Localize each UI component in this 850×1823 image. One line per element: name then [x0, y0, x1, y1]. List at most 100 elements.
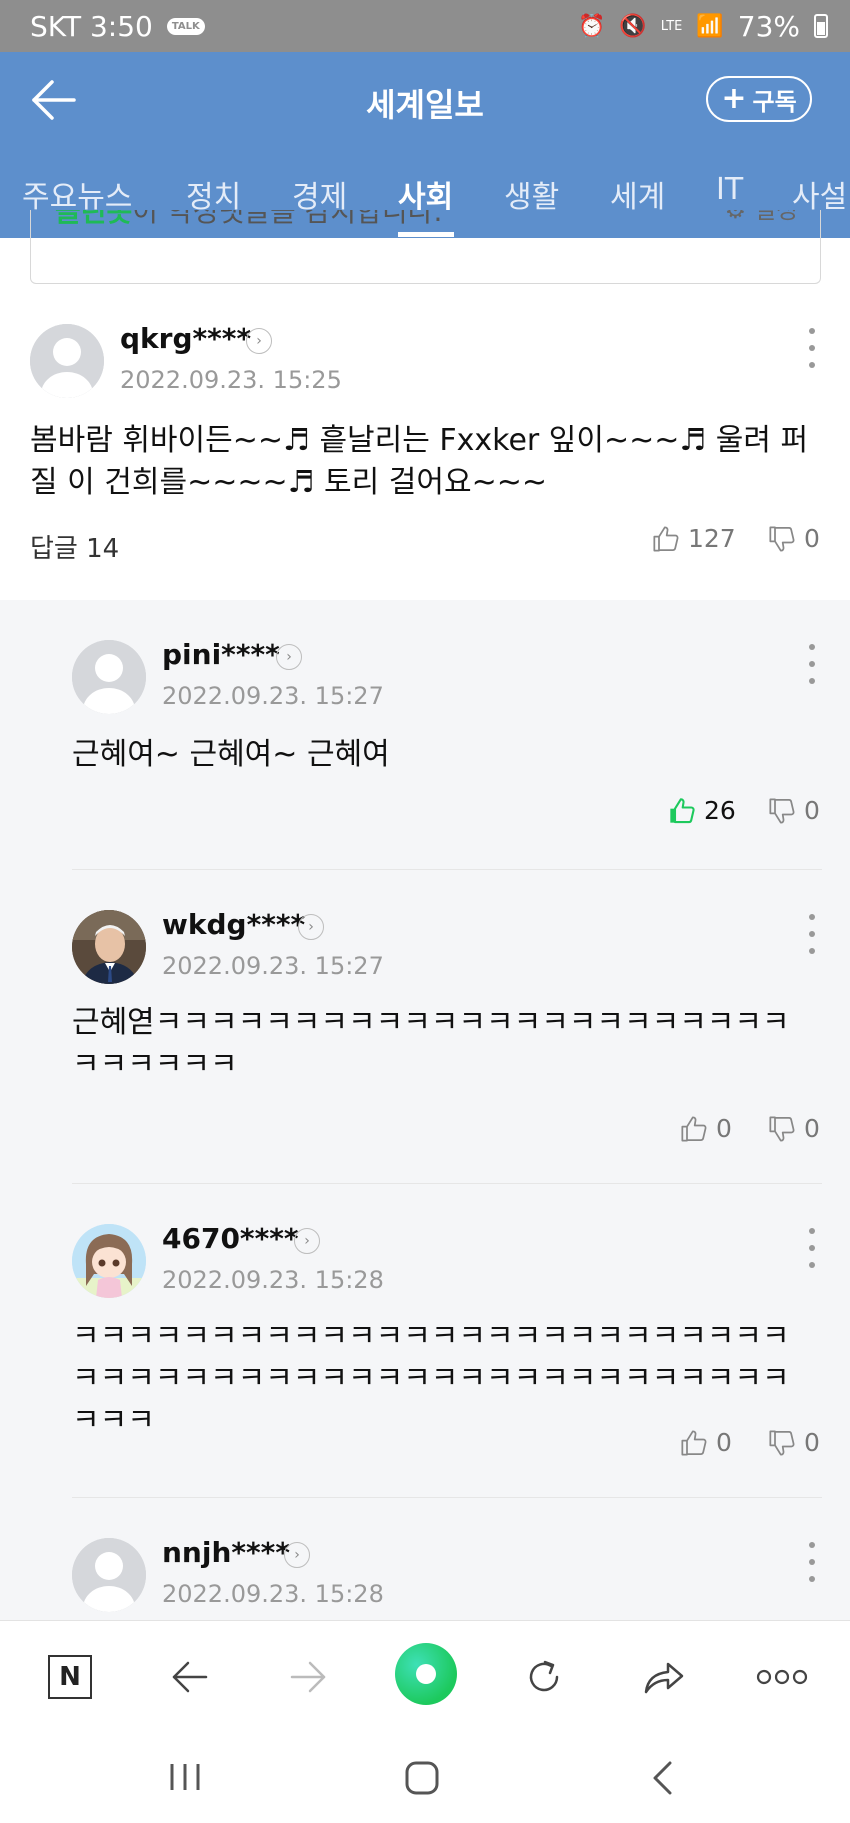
mute-icon: 🔇 — [619, 13, 647, 39]
more-options-button[interactable] — [802, 914, 822, 954]
naver-n-icon: N — [48, 1655, 92, 1699]
like-button[interactable]: 26 — [668, 796, 736, 825]
home-icon — [405, 1761, 439, 1795]
recent-apps-button[interactable] — [168, 1762, 202, 1796]
share-button[interactable] — [636, 1649, 692, 1705]
username[interactable]: pini**** — [162, 638, 280, 671]
dislike-button[interactable]: 0 — [768, 796, 820, 825]
chevron-right-icon[interactable]: › — [284, 1542, 310, 1568]
comment-text: 근혜엳ㅋㅋㅋㅋㅋㅋㅋㅋㅋㅋㅋㅋㅋㅋㅋㅋㅋㅋㅋㅋㅋㅋㅋㅋㅋㅋㅋㅋㅋ — [72, 1005, 790, 1082]
carrier-time: SKT 3:50 — [30, 9, 153, 43]
replies-count-button[interactable]: 답글 14 — [30, 528, 119, 565]
timestamp: 2022.09.23. 15:28 — [162, 1580, 384, 1608]
app-header: 세계일보 + 구독 — [0, 52, 850, 148]
arrow-left-icon — [172, 1661, 208, 1693]
chevron-right-icon[interactable]: › — [246, 328, 272, 354]
status-bar: SKT 3:50 TALK ⏰ 🔇 LTE 📶 73% — [0, 0, 850, 52]
avatar[interactable] — [72, 640, 146, 714]
system-back-button[interactable] — [650, 1760, 674, 1800]
battery-icon — [814, 14, 828, 38]
more-menu-button[interactable] — [754, 1649, 810, 1705]
profile-photo-icon — [72, 910, 146, 984]
thumbs-up-filled-icon — [670, 797, 695, 823]
plus-icon: + — [721, 81, 747, 116]
timestamp: 2022.09.23. 15:27 — [162, 952, 384, 980]
refresh-button[interactable] — [516, 1649, 572, 1705]
avatar[interactable] — [30, 324, 104, 398]
thumbs-up-icon — [653, 525, 679, 552]
reply-item: 4670**** › 2022.09.23. 15:28 ㅋㅋㅋㅋㅋㅋㅋㅋㅋㅋㅋ… — [0, 1200, 850, 1498]
avatar[interactable] — [72, 910, 146, 984]
thumbs-down-icon — [769, 1429, 795, 1456]
divider — [72, 1183, 822, 1184]
like-button[interactable]: 127 — [652, 524, 736, 553]
username[interactable]: wkdg**** — [162, 908, 305, 941]
timestamp: 2022.09.23. 15:25 — [120, 366, 342, 394]
alarm-icon: ⏰ — [577, 13, 606, 39]
naver-home-button[interactable]: N — [42, 1649, 98, 1705]
avatar[interactable] — [72, 1224, 146, 1298]
gear-icon: ⚙ — [724, 210, 747, 224]
username[interactable]: nnjh**** — [162, 1536, 290, 1569]
green-dot-button[interactable] — [395, 1643, 457, 1705]
system-nav-bar — [0, 1732, 850, 1823]
thumbs-up-icon — [681, 1115, 707, 1142]
chevron-left-icon — [653, 1761, 672, 1795]
default-avatar-icon — [30, 324, 104, 398]
subscribe-button[interactable]: + 구독 — [706, 76, 812, 122]
dislike-count: 0 — [804, 1428, 820, 1457]
divider — [72, 1497, 822, 1498]
share-icon — [644, 1662, 684, 1694]
default-avatar-icon — [72, 640, 146, 714]
refresh-icon — [529, 1660, 559, 1692]
timestamp: 2022.09.23. 15:28 — [162, 1266, 384, 1294]
chevron-right-icon[interactable]: › — [298, 914, 324, 940]
more-options-button[interactable] — [802, 328, 822, 368]
tab-it[interactable]: IT — [716, 172, 743, 207]
comment-text: 봄바람 휘바이든~~♬ 흩날리는 Fxxker 잎이~~~♬ 울려 퍼질 이 건… — [30, 423, 809, 500]
divider — [72, 869, 822, 870]
like-count: 0 — [716, 1114, 732, 1143]
more-options-button[interactable] — [802, 1228, 822, 1268]
recent-apps-icon — [170, 1764, 200, 1790]
subscribe-label: 구독 — [752, 87, 797, 116]
cleanbot-setting-button[interactable]: ⚙ 설정 — [725, 210, 798, 225]
like-button[interactable]: 0 — [680, 1428, 732, 1457]
browser-forward-button[interactable] — [280, 1649, 336, 1705]
signal-icon: 📶 — [696, 13, 724, 39]
comment-text: 근혜여~ 근혜여~ 근혜여 — [72, 737, 390, 772]
like-count: 26 — [704, 796, 736, 825]
reply-item: pini**** › 2022.09.23. 15:27 근혜여~ 근혜여~ 근… — [0, 616, 850, 870]
dislike-button[interactable]: 0 — [768, 1114, 820, 1143]
dislike-count: 0 — [804, 1114, 820, 1143]
cleanbot-setting-label: 설정 — [753, 210, 798, 224]
like-button[interactable]: 0 — [680, 1114, 732, 1143]
thumbs-down-icon — [769, 1115, 795, 1142]
more-options-button[interactable] — [802, 1542, 822, 1582]
default-avatar-icon — [72, 1538, 146, 1612]
reply-item: nnjh**** › 2022.09.23. 15:28 — [0, 1514, 850, 1620]
username[interactable]: 4670**** — [162, 1222, 299, 1255]
dislike-count: 0 — [804, 796, 820, 825]
character-avatar-icon — [72, 1224, 146, 1298]
thumbs-down-icon — [769, 797, 795, 824]
reply-item: wkdg**** › 2022.09.23. 15:27 근혜엳ㅋㅋㅋㅋㅋㅋㅋㅋ… — [0, 886, 850, 1184]
home-button[interactable] — [404, 1760, 440, 1800]
comment-text: ㅋㅋㅋㅋㅋㅋㅋㅋㅋㅋㅋㅋㅋㅋㅋㅋㅋㅋㅋㅋㅋㅋㅋㅋㅋㅋㅋㅋㅋㅋㅋㅋㅋㅋㅋㅋㅋㅋㅋㅋ… — [72, 1319, 790, 1438]
cleanbot-text: 이 악성댓글을 감지합니다. — [132, 210, 443, 228]
dislike-count: 0 — [804, 524, 820, 553]
arrow-right-icon — [290, 1661, 326, 1693]
username[interactable]: qkrg**** — [120, 322, 251, 355]
cleanbot-brand: 클린봇 — [55, 210, 133, 228]
chevron-right-icon[interactable]: › — [276, 644, 302, 670]
more-options-button[interactable] — [802, 644, 822, 684]
chevron-right-icon[interactable]: › — [294, 1228, 320, 1254]
avatar[interactable] — [72, 1538, 146, 1612]
lte-icon: LTE — [660, 18, 683, 34]
like-count: 127 — [688, 524, 736, 553]
dislike-button[interactable]: 0 — [768, 1428, 820, 1457]
thumbs-down-icon — [769, 525, 795, 552]
dislike-button[interactable]: 0 — [768, 524, 820, 553]
like-count: 0 — [716, 1428, 732, 1457]
browser-back-button[interactable] — [162, 1649, 218, 1705]
